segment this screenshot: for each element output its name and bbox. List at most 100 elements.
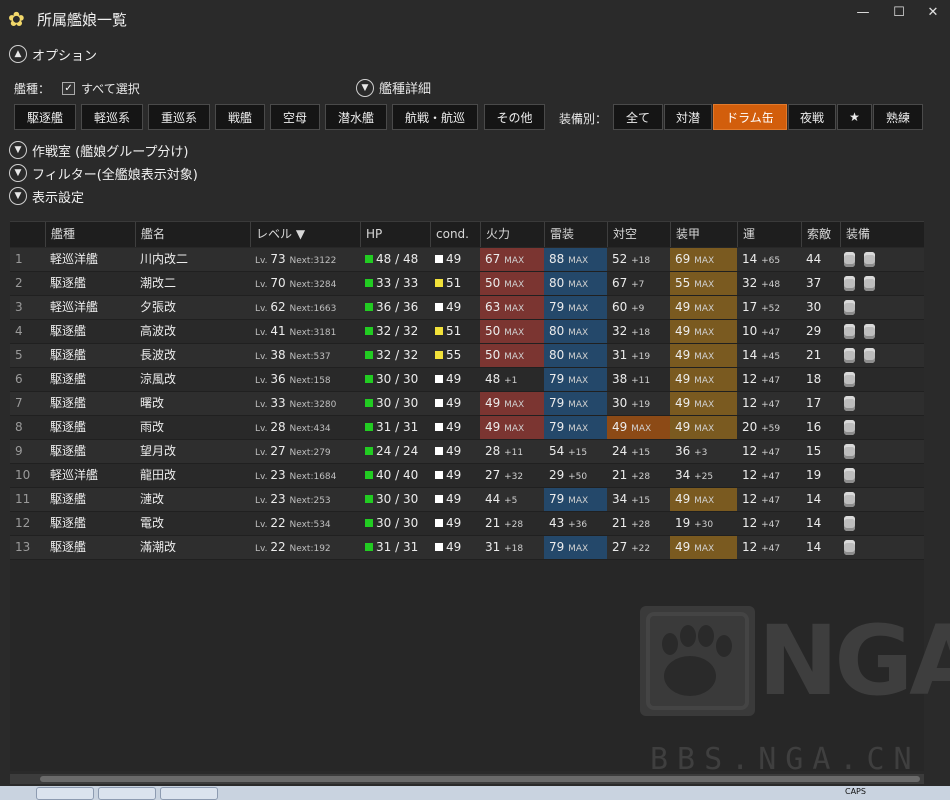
table-row[interactable]: 10 軽巡洋艦 龍田改 Lv. 23 Next:1684 40 / 40 49 27 +32…	[10, 464, 924, 488]
filter-toggle[interactable]: ▼ フィルター(全艦娘表示対象)	[9, 163, 198, 183]
firepower-suffix: MAX	[504, 328, 525, 338]
armor-suffix: MAX	[694, 280, 715, 290]
table-row[interactable]: 7 駆逐艦 曙改 Lv. 33 Next:3280 30 / 30 49 49 MAX 79 …	[10, 392, 924, 416]
shiptype-button-aviation[interactable]: 航戦・航巡	[392, 104, 478, 130]
header-idx[interactable]	[10, 222, 45, 247]
paw-logo-icon	[640, 606, 755, 716]
luck-cell: 10 +47	[737, 320, 801, 343]
drum-canister-icon	[844, 396, 855, 411]
table-row[interactable]: 13 駆逐艦 滿潮改 Lv. 22 Next:192 31 / 31 49 31 +18 79…	[10, 536, 924, 560]
cond-indicator	[435, 279, 443, 287]
strategy-toggle[interactable]: ▼ 作戦室 (艦娘グループ分け)	[9, 140, 189, 160]
close-button[interactable]: ✕	[922, 4, 944, 22]
select-all-checkbox[interactable]: ✓	[62, 81, 76, 95]
header-cond[interactable]: cond.	[430, 222, 480, 247]
shiptype-detail-label: 艦種詳細	[379, 82, 432, 97]
filter-label: フィルター(全艦娘表示対象)	[32, 167, 198, 183]
table-row[interactable]: 8 駆逐艦 雨改 Lv. 28 Next:434 31 / 31 49 49 MAX 79 M…	[10, 416, 924, 440]
torpedo-value: 79	[549, 540, 565, 554]
shiptype-detail-toggle[interactable]: ▼ 艦種詳細	[356, 78, 431, 97]
table-row[interactable]: 3 軽巡洋艦 夕張改 Lv. 62 Next:1663 36 / 36 49 63 MAX 7…	[10, 296, 924, 320]
taskbar-app-3[interactable]	[160, 787, 218, 800]
shiptype-button-battleship[interactable]: 戦艦	[215, 104, 265, 130]
taskbar-app-1[interactable]	[36, 787, 94, 800]
luck-value: 12	[742, 516, 758, 530]
firepower-suffix: MAX	[504, 352, 525, 362]
shiptype-button-destroyer[interactable]: 駆逐艦	[14, 104, 76, 130]
row-index: 11	[15, 492, 31, 506]
hp-value: 32 / 32	[376, 324, 419, 338]
table-row[interactable]: 11 駆逐艦 漣改 Lv. 23 Next:253 30 / 30 49 44 +5 79 M…	[10, 488, 924, 512]
table-row[interactable]: 12 駆逐艦 電改 Lv. 22 Next:534 30 / 30 49 21 +28 43 …	[10, 512, 924, 536]
header-torpedo[interactable]: 雷装	[544, 222, 607, 247]
armor-value: 49	[675, 372, 691, 386]
header-luck[interactable]: 運	[737, 222, 801, 247]
shiptype-button-light-cruiser[interactable]: 軽巡系	[81, 104, 143, 130]
antiair-suffix: +19	[631, 352, 651, 362]
armor-suffix: +3	[694, 448, 708, 458]
horizontal-scrollbar[interactable]	[10, 774, 924, 784]
torpedo-value: 80	[549, 348, 565, 362]
hp-cell: 48 / 48	[360, 248, 430, 271]
equip-button-drum[interactable]: ドラム缶	[713, 104, 787, 130]
header-type[interactable]: 艦種	[45, 222, 135, 247]
header-firepower[interactable]: 火力	[480, 222, 544, 247]
header-los[interactable]: 索敵	[801, 222, 840, 247]
shiptype-button-submarine[interactable]: 潜水艦	[325, 104, 387, 130]
torpedo-suffix: MAX	[568, 424, 589, 434]
select-all-label[interactable]: すべて選択	[81, 80, 140, 97]
cond-value: 49	[446, 444, 462, 458]
next-exp: Next:1684	[289, 472, 337, 482]
display-toggle[interactable]: ▼ 表示設定	[9, 186, 84, 206]
armor-value: 36	[675, 444, 691, 458]
hp-indicator	[365, 303, 373, 311]
equip-button-asw[interactable]: 対潜	[664, 104, 712, 130]
level-cell: Lv. 33 Next:3280	[250, 392, 360, 415]
shiptype-button-carrier[interactable]: 空母	[270, 104, 320, 130]
ship-name: 電改	[140, 516, 165, 530]
equip-button-skilled[interactable]: 熟練	[873, 104, 923, 130]
equip-button-star[interactable]: ★	[837, 104, 872, 130]
ship-type: 駆逐艦	[50, 516, 87, 530]
armor-value: 49	[675, 348, 691, 362]
cond-value: 55	[446, 348, 462, 362]
torpedo-cell: 29 +50	[544, 464, 607, 487]
shiptype-button-other[interactable]: その他	[484, 104, 545, 130]
header-equipment[interactable]: 装備	[840, 222, 924, 247]
hp-indicator	[365, 471, 373, 479]
table-row[interactable]: 5 駆逐艦 長波改 Lv. 38 Next:537 32 / 32 55 50 MAX 80 …	[10, 344, 924, 368]
header-armor[interactable]: 装甲	[670, 222, 737, 247]
table-row[interactable]: 9 駆逐艦 望月改 Lv. 27 Next:279 24 / 24 49 28 +11 54 …	[10, 440, 924, 464]
header-hp[interactable]: HP	[360, 222, 430, 247]
table-row[interactable]: 6 駆逐艦 涼風改 Lv. 36 Next:158 30 / 30 49 48 +1 79 M…	[10, 368, 924, 392]
table-row[interactable]: 2 駆逐艦 潮改二 Lv. 70 Next:3284 33 / 33 51 50 MAX 80…	[10, 272, 924, 296]
equip-button-night[interactable]: 夜戦	[788, 104, 836, 130]
options-toggle[interactable]: ▲ オプション	[9, 44, 97, 64]
antiair-cell: 21 +28	[607, 464, 670, 487]
minimize-button[interactable]: —	[852, 4, 874, 22]
hp-indicator	[365, 447, 373, 455]
level-cell: Lv. 41 Next:3181	[250, 320, 360, 343]
taskbar-app-2[interactable]	[98, 787, 156, 800]
firepower-cell: 31 +18	[480, 536, 544, 559]
torpedo-suffix: MAX	[568, 328, 589, 338]
row-index: 3	[15, 300, 23, 314]
drum-canister-icon	[864, 276, 875, 291]
equipment-cell	[840, 320, 924, 343]
firepower-suffix: MAX	[504, 400, 525, 410]
table-row[interactable]: 4 駆逐艦 高波改 Lv. 41 Next:3181 32 / 32 51 50 MAX 80…	[10, 320, 924, 344]
header-name[interactable]: 艦名	[135, 222, 250, 247]
los-value: 16	[806, 420, 822, 434]
firepower-value: 44	[485, 492, 501, 506]
maximize-button[interactable]: ☐	[888, 4, 910, 22]
scrollbar-thumb[interactable]	[40, 776, 920, 782]
row-index: 2	[15, 276, 23, 290]
equip-button-all[interactable]: 全て	[613, 104, 663, 130]
firepower-value: 28	[485, 444, 501, 458]
header-level[interactable]: レベル ▼	[250, 222, 360, 247]
header-antiair[interactable]: 対空	[607, 222, 670, 247]
shiptype-button-heavy-cruiser[interactable]: 重巡系	[148, 104, 210, 130]
armor-value: 49	[675, 540, 691, 554]
hp-indicator	[365, 495, 373, 503]
table-row[interactable]: 1 軽巡洋艦 川内改二 Lv. 73 Next:3122 48 / 48 49 67 MAX…	[10, 248, 924, 272]
